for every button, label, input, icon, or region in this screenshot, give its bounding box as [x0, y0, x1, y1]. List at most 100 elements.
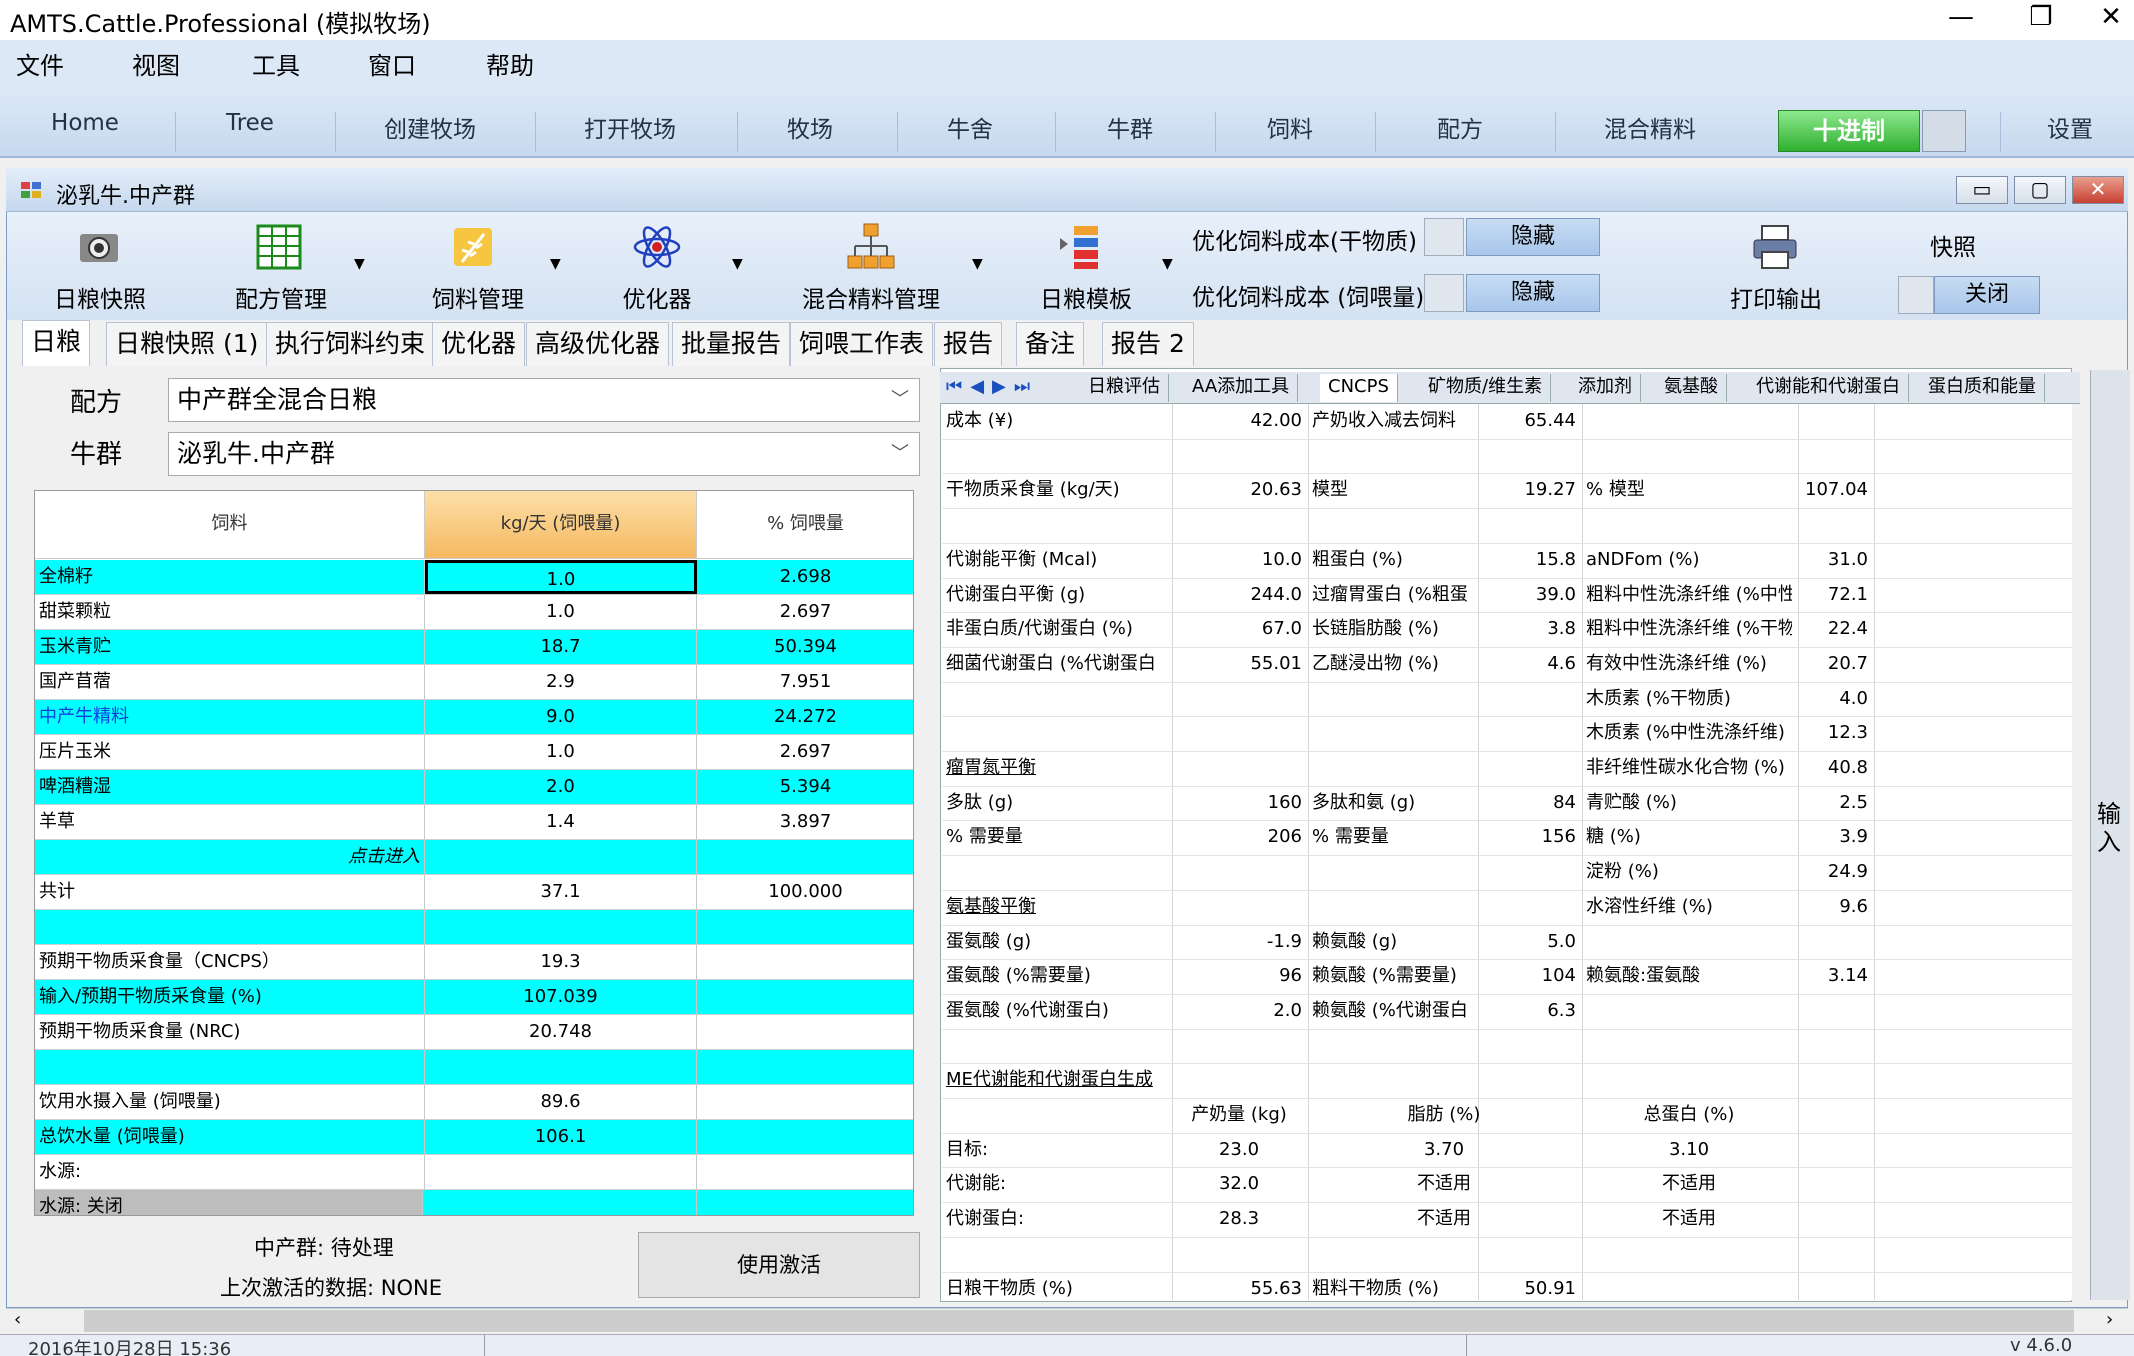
feed-name-cell[interactable]: 国产苜蓿	[35, 665, 425, 699]
column-header-feed[interactable]: 饲料	[35, 491, 425, 559]
table-row[interactable]: 水源: 关闭	[35, 1190, 913, 1215]
feed-name-cell[interactable]: 饮用水摄入量 (饲喂量)	[35, 1085, 425, 1119]
feed-name-cell[interactable]	[35, 1050, 425, 1084]
table-row[interactable]: 水源:	[35, 1155, 913, 1190]
dropdown-arrow-icon[interactable]: ▼	[732, 256, 743, 272]
print-button[interactable]: 打印输出	[1716, 218, 1836, 318]
minimize-icon[interactable]: —	[1936, 2, 1986, 32]
table-row[interactable]: 玉米青贮 18.7 50.394	[35, 630, 913, 665]
nav-herd[interactable]: 牛群	[1090, 110, 1170, 144]
table-row[interactable]: 甜菜颗粒 1.0 2.697	[35, 595, 913, 630]
nav-mix[interactable]: 混合精料	[1590, 110, 1710, 144]
feed-name-cell[interactable]: 水源:	[35, 1155, 425, 1189]
mix-mgmt-button[interactable]: 混合精料管理 ▼	[796, 218, 986, 318]
decimal-toggle[interactable]: 十进制	[1778, 110, 1920, 152]
tab-notes[interactable]: 备注	[1016, 322, 1085, 366]
table-row[interactable]: 压片玉米 1.0 2.697	[35, 735, 913, 770]
nav-open-ranch[interactable]: 打开牧场	[570, 110, 690, 144]
rtab-ration-eval[interactable]: 日粮评估	[1080, 374, 1169, 402]
child-minimize-icon[interactable]: ▭	[1956, 176, 2008, 204]
feed-kg-cell[interactable]	[425, 1050, 697, 1084]
menu-window[interactable]: 窗口	[368, 46, 416, 81]
snapshot-button[interactable]: 日粮快照	[40, 218, 160, 318]
dropdown-arrow-icon[interactable]: ▼	[972, 256, 983, 272]
table-row[interactable]: 羊草 1.4 3.897	[35, 805, 913, 840]
menu-help[interactable]: 帮助	[486, 46, 534, 81]
feed-kg-cell[interactable]	[425, 840, 697, 874]
feed-name-cell[interactable]: 啤酒糟湿	[35, 770, 425, 804]
feed-kg-cell[interactable]: 1.0	[425, 560, 697, 594]
feed-name-cell[interactable]: 输入/预期干物质采食量 (%)	[35, 980, 425, 1014]
table-row[interactable]: 啤酒糟湿 2.0 5.394	[35, 770, 913, 805]
rtab-cncps[interactable]: CNCPS	[1320, 374, 1398, 402]
feed-kg-cell[interactable]: 9.0	[425, 700, 697, 734]
rtab-minerals[interactable]: 矿物质/维生素	[1420, 374, 1552, 402]
template-button[interactable]: 日粮模板 ▼	[1036, 218, 1176, 318]
feed-kg-cell[interactable]: 2.9	[425, 665, 697, 699]
tab-snapshot[interactable]: 日粮快照 (1)	[106, 322, 268, 366]
child-maximize-icon[interactable]: ▢	[2014, 176, 2066, 204]
dropdown-arrow-icon[interactable]: ▼	[354, 256, 365, 272]
feed-kg-cell[interactable]: 106.1	[425, 1120, 697, 1154]
rtab-additives[interactable]: 添加剂	[1570, 374, 1641, 402]
tab-feeding-sheet[interactable]: 饲喂工作表	[790, 322, 934, 366]
table-row[interactable]: 总饮水量 (饲喂量) 106.1	[35, 1120, 913, 1155]
feed-kg-cell[interactable]: 1.0	[425, 735, 697, 769]
feed-kg-cell[interactable]: 89.6	[425, 1085, 697, 1119]
table-row[interactable]: 全棉籽 1.0 2.698	[35, 560, 913, 595]
opt-cost-dm-toggle[interactable]: 隐藏	[1466, 218, 1600, 256]
quick-toggle-knob[interactable]	[1898, 276, 1934, 314]
feed-name-cell[interactable]: 预期干物质采食量（CNCPS）	[35, 945, 425, 979]
menu-file[interactable]: 文件	[16, 46, 64, 81]
table-row[interactable]: 中产牛精料 9.0 24.272	[35, 700, 913, 735]
tab-report-2[interactable]: 报告 2	[1102, 322, 1194, 366]
nav-settings[interactable]: 设置	[2030, 110, 2110, 144]
feed-name-cell[interactable]: 玉米青贮	[35, 630, 425, 664]
feed-name-cell[interactable]: 总饮水量 (饲喂量)	[35, 1120, 425, 1154]
nav-ranch[interactable]: 牧场	[770, 110, 850, 144]
feed-name-cell[interactable]: 预期干物质采食量 (NRC)	[35, 1015, 425, 1049]
feed-kg-cell[interactable]: 19.3	[425, 945, 697, 979]
feed-name-cell[interactable]: 水源: 关闭	[35, 1190, 423, 1215]
formula-select[interactable]: 中产群全混合日粮 ﹀	[168, 378, 920, 422]
rtab-amino-acids[interactable]: 氨基酸	[1656, 374, 1727, 402]
table-row[interactable]: 输入/预期干物质采食量 (%) 107.039	[35, 980, 913, 1015]
rtab-me-mp[interactable]: 代谢能和代谢蛋白	[1748, 374, 1909, 402]
feed-kg-cell[interactable]: 37.1	[425, 875, 697, 909]
opt-cost-fed-toggle-knob[interactable]	[1424, 274, 1464, 312]
tab-batch-report[interactable]: 批量报告	[672, 322, 791, 366]
feed-kg-cell[interactable]: 20.748	[425, 1015, 697, 1049]
decimal-toggle-knob[interactable]	[1922, 110, 1966, 152]
feed-name-cell[interactable]: 点击进入	[35, 840, 425, 874]
feed-kg-cell[interactable]	[425, 1155, 697, 1189]
dropdown-arrow-icon[interactable]: ▼	[550, 256, 561, 272]
herd-select[interactable]: 泌乳牛.中产群 ﹀	[168, 432, 920, 476]
feed-kg-cell[interactable]: 2.0	[425, 770, 697, 804]
optimizer-button[interactable]: 优化器 ▼	[612, 218, 743, 318]
feed-kg-cell[interactable]	[425, 1190, 697, 1215]
feed-kg-cell[interactable]: 18.7	[425, 630, 697, 664]
close-icon[interactable]: ✕	[2086, 2, 2134, 32]
tab-optimizer[interactable]: 优化器	[432, 322, 526, 366]
tab-nav-arrows-icon[interactable]: ⏮◀▶⏭	[946, 376, 1038, 397]
nav-feed[interactable]: 饲料	[1250, 110, 1330, 144]
column-header-pct[interactable]: % 饲喂量	[697, 491, 913, 559]
input-side-button[interactable]: 输入	[2090, 370, 2130, 1300]
nav-formula[interactable]: 配方	[1420, 110, 1500, 144]
opt-cost-fed-toggle[interactable]: 隐藏	[1466, 274, 1600, 312]
feed-name-cell[interactable]: 共计	[35, 875, 425, 909]
feed-name-cell[interactable]: 中产牛精料	[35, 700, 425, 734]
feed-kg-cell[interactable]	[425, 910, 697, 944]
feed-kg-cell[interactable]: 1.0	[425, 595, 697, 629]
scrollbar-thumb[interactable]	[84, 1310, 2074, 1332]
nav-create-ranch[interactable]: 创建牧场	[370, 110, 490, 144]
feed-mgmt-button[interactable]: 饲料管理 ▼	[418, 218, 561, 318]
nav-barn[interactable]: 牛舍	[930, 110, 1010, 144]
formula-mgmt-button[interactable]: 配方管理 ▼	[224, 218, 365, 318]
opt-cost-dm-toggle-knob[interactable]	[1424, 218, 1464, 256]
table-row[interactable]: 国产苜蓿 2.9 7.951	[35, 665, 913, 700]
activate-button[interactable]: 使用激活	[638, 1232, 920, 1298]
child-close-icon[interactable]: ✕	[2072, 176, 2124, 204]
feed-name-cell[interactable]: 压片玉米	[35, 735, 425, 769]
feed-name-cell[interactable]	[35, 910, 425, 944]
